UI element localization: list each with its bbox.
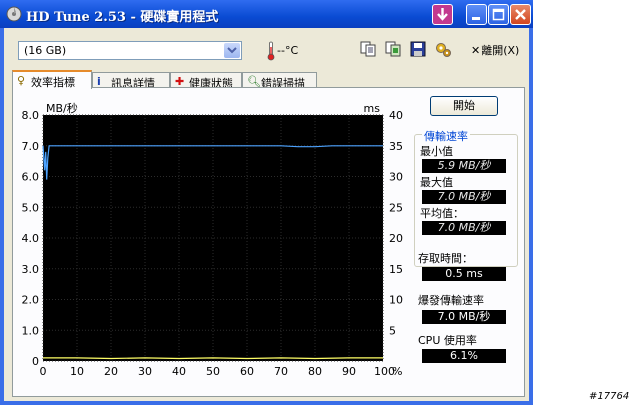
min-label: 最小值 (420, 145, 453, 158)
y-right-tick-label: 15 (389, 263, 403, 276)
y-left-tick-label: 3.0 (22, 263, 40, 276)
download-button[interactable] (432, 4, 453, 25)
y-left-tick-label: 7.0 (22, 140, 40, 153)
hdd-app-icon (6, 6, 22, 22)
download-arrow-icon (437, 8, 448, 21)
max-label: 最大值 (420, 176, 453, 189)
avg-value: 7.0 MB/秒 (422, 221, 506, 235)
x-unit-label: % (392, 365, 402, 378)
y-right-tick-label: 30 (389, 171, 403, 184)
y-left-tick-label: 0 (32, 355, 39, 368)
y-right-tick-label: 40 (389, 109, 403, 122)
transfer-rate-group-title: 傳輸速率 (422, 128, 470, 144)
y-left-axis-label: MB/秒 (46, 101, 78, 115)
x-tick-label: 70 (274, 365, 288, 378)
access-time-value: 0.5 ms (422, 267, 506, 281)
x-tick-label: 40 (172, 365, 186, 378)
y-left-tick-label: 2.0 (22, 294, 40, 307)
y-left-tick-label: 8.0 (22, 109, 40, 122)
start-button[interactable]: 開始 (430, 96, 498, 116)
y-left-tick-label: 4.0 (22, 232, 40, 245)
y-right-tick-label: 20 (389, 232, 403, 245)
y-left-tick-label: 6.0 (22, 171, 40, 184)
x-tick-label: 60 (240, 365, 254, 378)
cpu-usage-value: 6.1% (422, 349, 506, 363)
x-tick-label: 80 (308, 365, 322, 378)
image-stamp: #17764 (589, 391, 630, 402)
y-right-tick-label: 5 (389, 324, 396, 337)
minimize-icon (472, 17, 480, 20)
tab-benchmark[interactable]: ♀ 效率指標 (12, 70, 92, 89)
window-title: HD Tune 2.53 - 硬碟實用程式 (26, 10, 219, 25)
x-tick-label: 50 (206, 365, 220, 378)
benchmark-icon: ♀ (17, 74, 26, 87)
title-bar[interactable]: HD Tune 2.53 - 硬碟實用程式 (0, 0, 533, 28)
x-tick-label: 90 (342, 365, 356, 378)
min-value: 5.9 MB/秒 (422, 159, 506, 173)
x-tick-label: 20 (104, 365, 118, 378)
tab-label: 效率指標 (31, 76, 75, 89)
burst-rate-label: 爆發傳輸速率 (418, 294, 484, 307)
x-tick-label: 10 (70, 365, 84, 378)
y-right-tick-label: 10 (389, 294, 403, 307)
access-time-series (43, 357, 383, 360)
y-right-tick-label: 25 (389, 201, 403, 214)
cpu-usage-label: CPU 使用率 (418, 334, 477, 347)
access-time-label: 存取時間： (418, 252, 473, 265)
maximize-icon (492, 8, 505, 21)
y-right-tick-label: 35 (389, 140, 403, 153)
maximize-button[interactable] (488, 4, 509, 25)
client-area: (16 GB) --°C ✕離開(X) ♀ 效率指標 i 訊息詳情 ✚ 健康狀態… (4, 28, 529, 401)
close-icon (515, 9, 526, 20)
burst-rate-value: 7.0 MB/秒 (422, 310, 506, 324)
x-tick-label: 30 (138, 365, 152, 378)
y-left-tick-label: 5.0 (22, 201, 40, 214)
y-right-axis-label: ms (364, 102, 381, 115)
close-button[interactable] (510, 4, 531, 25)
y-left-tick-label: 1.0 (22, 324, 40, 337)
x-tick-label: 0 (40, 365, 47, 378)
avg-label: 平均值： (420, 207, 464, 220)
minimize-button[interactable] (466, 4, 487, 25)
app-window: HD Tune 2.53 - 硬碟實用程式 (16 GB) --°C ✕離開(X… (0, 0, 533, 405)
max-value: 7.0 MB/秒 (422, 190, 506, 204)
